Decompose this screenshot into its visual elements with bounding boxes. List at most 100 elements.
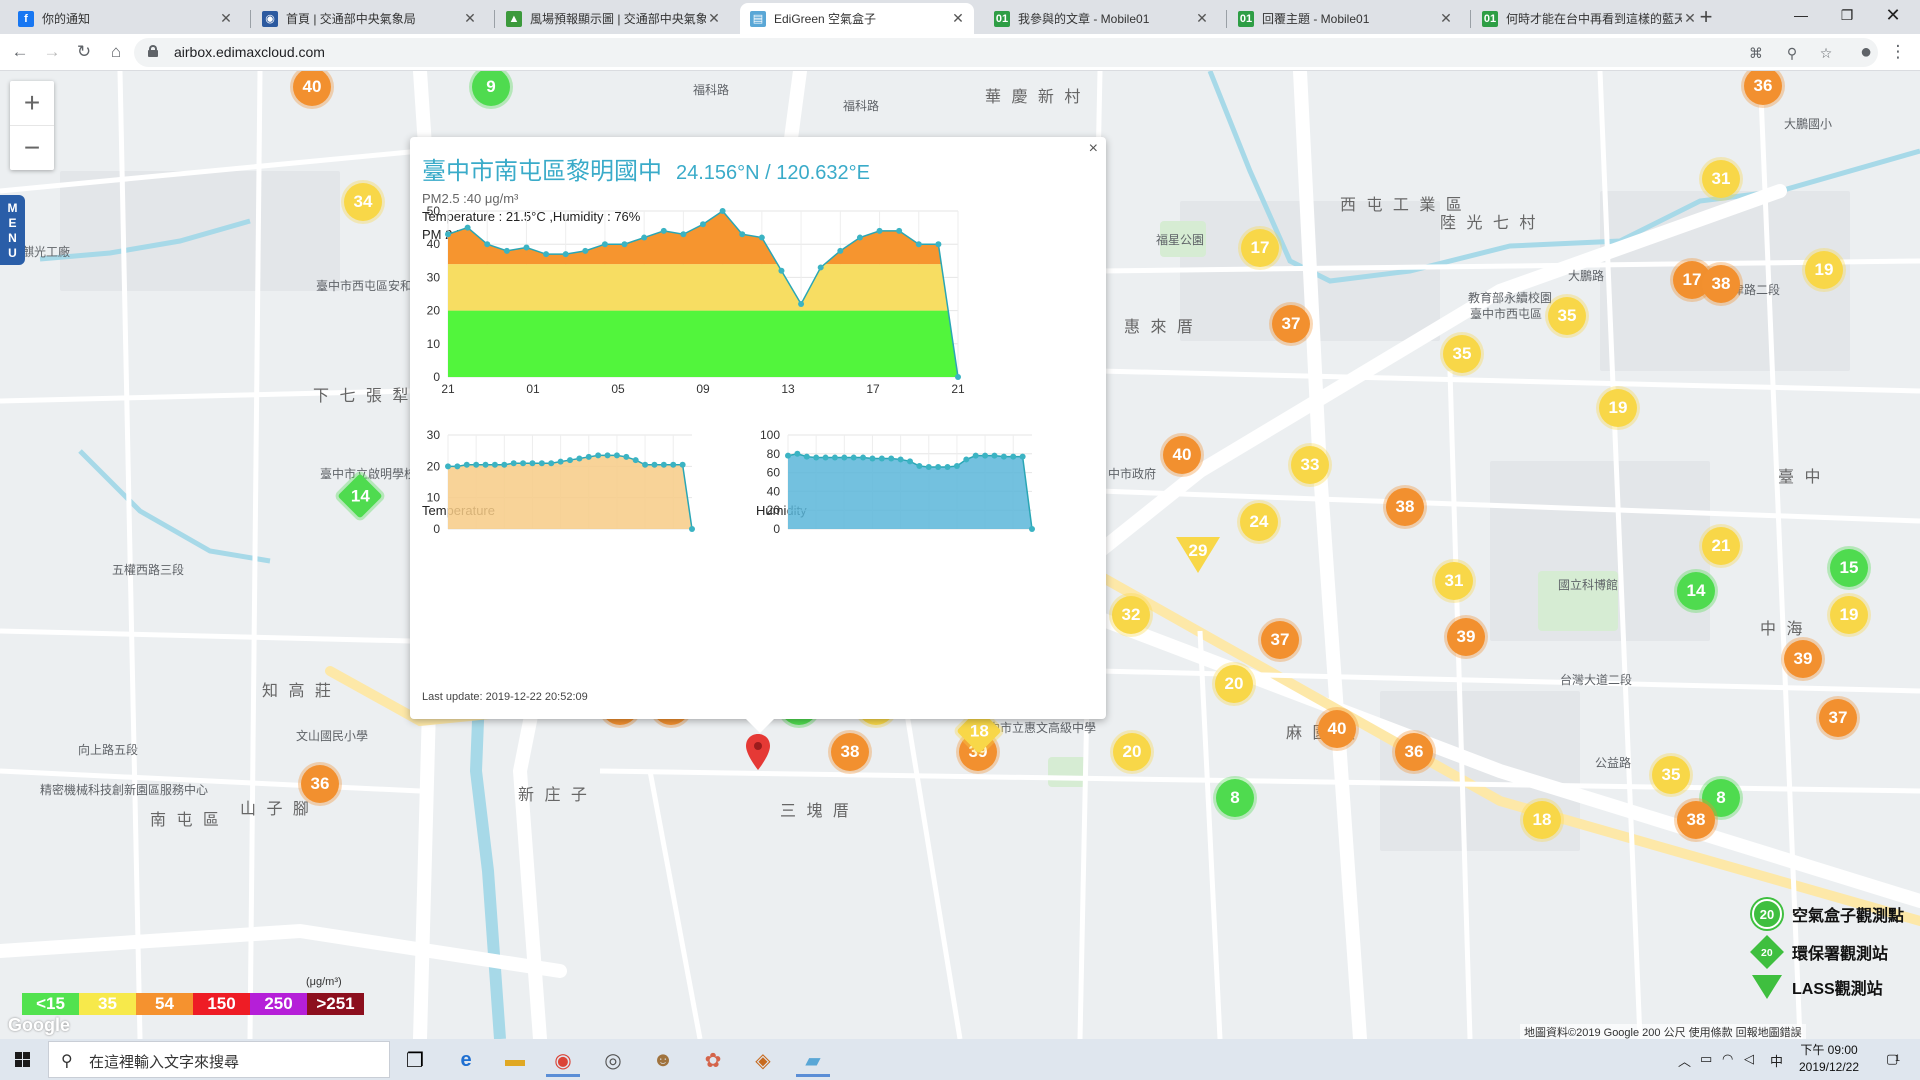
tab-close-icon[interactable]: ✕ [218, 10, 234, 27]
wifi-icon[interactable]: ◠ [1722, 1051, 1733, 1067]
y-tick-label: 20 [427, 459, 441, 473]
browser-tab[interactable]: 01 回覆主題 - Mobile01 ✕ [1228, 3, 1462, 34]
translate-icon[interactable]: ⌘ [1746, 43, 1766, 63]
browser-tab[interactable]: ▤ EdiGreen 空氣盒子 ✕ [740, 3, 974, 34]
airbox-marker[interactable]: 37 [1272, 305, 1310, 343]
ime-indicator[interactable]: 中 [1770, 1051, 1783, 1070]
map-attribution[interactable]: 地圖資料©2019 Google 200 公尺 使用條款 回報地圖錯誤 [1520, 1024, 1806, 1039]
airbox-marker[interactable]: 37 [1261, 621, 1299, 659]
chrome-icon[interactable]: ◉ [540, 1043, 586, 1077]
browser-tab[interactable]: 01 何時才能在台中再看到這樣的藍天 ✕ [1472, 3, 1706, 34]
airbox-marker[interactable]: 33 [1291, 446, 1329, 484]
airbox-marker[interactable]: 19 [1599, 389, 1637, 427]
airbox-marker[interactable]: 21 [1702, 527, 1740, 565]
data-point [739, 231, 746, 238]
app-icon-tool[interactable]: ◈ [740, 1043, 786, 1077]
menu-kebab-icon[interactable]: ⋮ [1884, 38, 1912, 66]
airbox-marker[interactable]: 35 [1443, 335, 1481, 373]
airbox-marker[interactable]: 36 [1395, 733, 1433, 771]
airbox-marker[interactable]: 17 [1241, 229, 1279, 267]
edge-icon[interactable]: e [443, 1043, 489, 1077]
airbox-marker[interactable]: 32 [1112, 596, 1150, 634]
airbox-marker[interactable]: 39 [1447, 618, 1485, 656]
data-point [520, 460, 527, 467]
battery-icon[interactable]: ▭ [1700, 1051, 1712, 1067]
airbox-marker[interactable]: 38 [1386, 488, 1424, 526]
tab-close-icon[interactable]: ✕ [462, 10, 478, 27]
browser-tab[interactable]: ◉ 首頁 | 交通部中央氣象局 ✕ [252, 3, 486, 34]
taskbar-clock[interactable]: 下午 09:00 2019/12/22 [1790, 1042, 1868, 1076]
windows-start-icon[interactable] [0, 1039, 46, 1080]
y-tick-label: 20 [427, 304, 441, 318]
forward-icon[interactable]: → [38, 38, 66, 66]
zoom-in-button[interactable]: + [10, 81, 54, 125]
selected-location-pin-icon[interactable] [746, 734, 770, 770]
data-point [464, 224, 471, 231]
airbox-marker[interactable]: 20 [1113, 733, 1151, 771]
airbox-marker[interactable]: 39 [1784, 640, 1822, 678]
airbox-marker[interactable]: 35 [1652, 756, 1690, 794]
lass-station-marker[interactable]: 29 [1176, 537, 1220, 577]
airbox-marker[interactable]: 37 [1819, 699, 1857, 737]
airbox-marker[interactable]: 40 [1318, 710, 1356, 748]
maximize-button[interactable]: ❐ [1824, 0, 1870, 30]
tab-favicon-icon: 01 [1482, 10, 1498, 27]
browser-tab[interactable]: ▲ 風場預報顯示圖 | 交通部中央氣象局 ✕ [496, 3, 730, 34]
new-tab-button[interactable]: + [1692, 4, 1720, 32]
minimize-button[interactable]: — [1778, 0, 1824, 30]
address-bar[interactable]: airbox.edimaxcloud.com ⌘ ⚲ ☆ [134, 38, 1878, 67]
tab-close-icon[interactable]: ✕ [706, 10, 722, 27]
app-icon-paint[interactable]: ✿ [690, 1043, 736, 1077]
airbox-marker[interactable]: 31 [1702, 160, 1740, 198]
tab-close-icon[interactable]: ✕ [1194, 10, 1210, 27]
menu-tab[interactable]: M E N U [0, 195, 25, 265]
series-area [788, 453, 1032, 529]
zoom-out-button[interactable]: − [10, 126, 54, 170]
home-icon[interactable]: ⌂ [102, 38, 130, 66]
data-point [473, 461, 480, 468]
bookmark-star-icon[interactable]: ☆ [1816, 43, 1836, 63]
airbox-marker[interactable]: 20 [1215, 665, 1253, 703]
airbox-marker[interactable]: 18 [1523, 801, 1561, 839]
y-tick-label: 30 [427, 428, 441, 442]
airbox-marker[interactable]: 24 [1240, 503, 1278, 541]
airbox-marker[interactable]: 19 [1830, 596, 1868, 634]
volume-icon[interactable]: ◁ [1744, 1051, 1754, 1067]
airbox-marker[interactable]: 40 [1163, 436, 1201, 474]
data-point [935, 241, 942, 248]
airbox-marker[interactable]: 36 [301, 765, 339, 803]
airbox-marker[interactable]: 14 [1677, 572, 1715, 610]
airbox-marker[interactable]: 15 [1830, 549, 1868, 587]
zoom-icon[interactable]: ⚲ [1782, 43, 1802, 63]
browser-tab[interactable]: 01 我參與的文章 - Mobile01 ✕ [984, 3, 1218, 34]
tab-close-icon[interactable]: ✕ [1438, 10, 1454, 27]
app-icon-cat[interactable]: ☻ [640, 1043, 686, 1077]
map-place-label: 下 七 張 犁 [313, 388, 412, 405]
app-icon-window[interactable]: ▰ [790, 1043, 836, 1077]
airbox-marker[interactable]: 8 [1216, 779, 1254, 817]
airbox-marker[interactable]: 38 [1702, 265, 1740, 303]
file-explorer-icon[interactable]: ▬ [492, 1043, 538, 1077]
airbox-marker[interactable]: 19 [1805, 251, 1843, 289]
data-point [972, 452, 979, 459]
close-window-button[interactable]: ✕ [1870, 0, 1916, 30]
data-point [785, 452, 791, 459]
airbox-marker[interactable]: 34 [344, 183, 382, 221]
back-icon[interactable]: ← [6, 38, 34, 66]
data-point [529, 460, 536, 467]
task-view-icon[interactable]: ❐ [392, 1043, 438, 1077]
app-icon-clock[interactable]: ◎ [590, 1043, 636, 1077]
browser-tab[interactable]: f 你的通知 ✕ [8, 3, 242, 34]
airbox-marker[interactable]: 38 [831, 733, 869, 771]
taskbar-search-input[interactable]: ⚲ 在這裡輸入文字來搜尋 [48, 1041, 390, 1078]
tray-chevron-icon[interactable]: ︿ [1678, 1051, 1691, 1070]
search-placeholder: 在這裡輸入文字來搜尋 [89, 1054, 240, 1071]
tab-close-icon[interactable]: ✕ [950, 10, 966, 27]
airbox-marker[interactable]: 35 [1548, 297, 1586, 335]
airbox-marker[interactable]: 31 [1435, 562, 1473, 600]
pm25-legend: <15 35 54 150 250 >251 [22, 993, 364, 1015]
reload-icon[interactable]: ↻ [70, 38, 98, 66]
airbox-marker[interactable]: 38 [1677, 801, 1715, 839]
x-tick-label: 01 [526, 382, 540, 396]
profile-avatar-icon[interactable]: ● [1852, 38, 1880, 66]
